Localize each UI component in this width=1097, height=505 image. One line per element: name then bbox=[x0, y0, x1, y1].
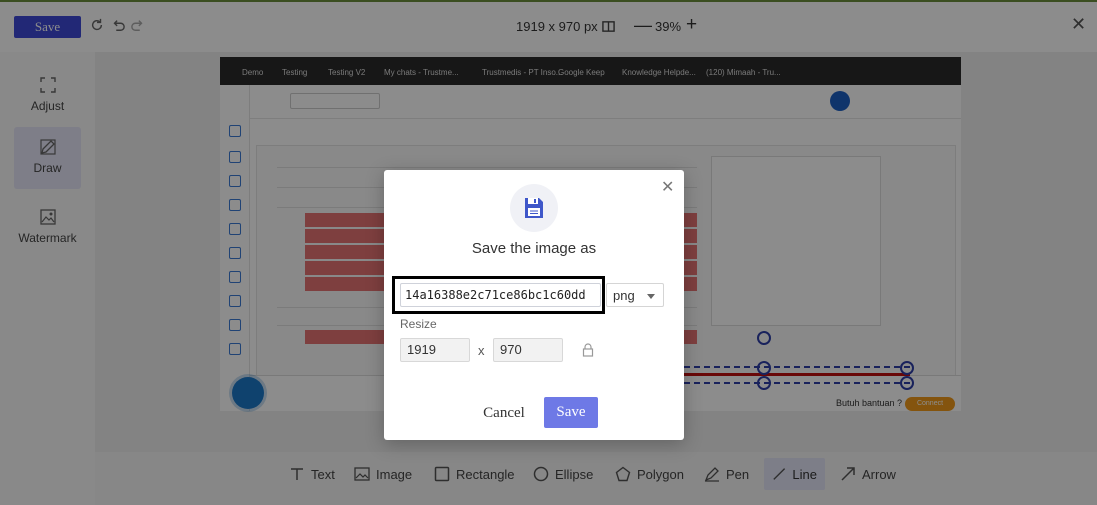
dialog-title: Save the image as bbox=[471, 240, 597, 257]
floppy-icon-badge bbox=[510, 184, 558, 232]
resize-label: Resize bbox=[400, 317, 437, 331]
height-input[interactable]: 970 bbox=[493, 338, 563, 362]
width-input[interactable]: 1919 bbox=[400, 338, 470, 362]
format-value: png bbox=[613, 288, 635, 303]
filename-input[interactable] bbox=[400, 283, 601, 307]
confirm-save-button[interactable]: Save bbox=[544, 397, 598, 428]
floppy-disk-icon bbox=[525, 198, 543, 218]
dimension-separator: x bbox=[478, 343, 485, 358]
format-select[interactable]: png bbox=[606, 283, 664, 307]
chevron-down-icon bbox=[647, 294, 655, 299]
lock-icon[interactable] bbox=[582, 343, 594, 357]
save-image-dialog: ✕ Save the image as png Resize 1919 x 97… bbox=[384, 170, 684, 440]
cancel-button[interactable]: Cancel bbox=[474, 399, 534, 427]
close-icon[interactable]: ✕ bbox=[661, 180, 674, 196]
